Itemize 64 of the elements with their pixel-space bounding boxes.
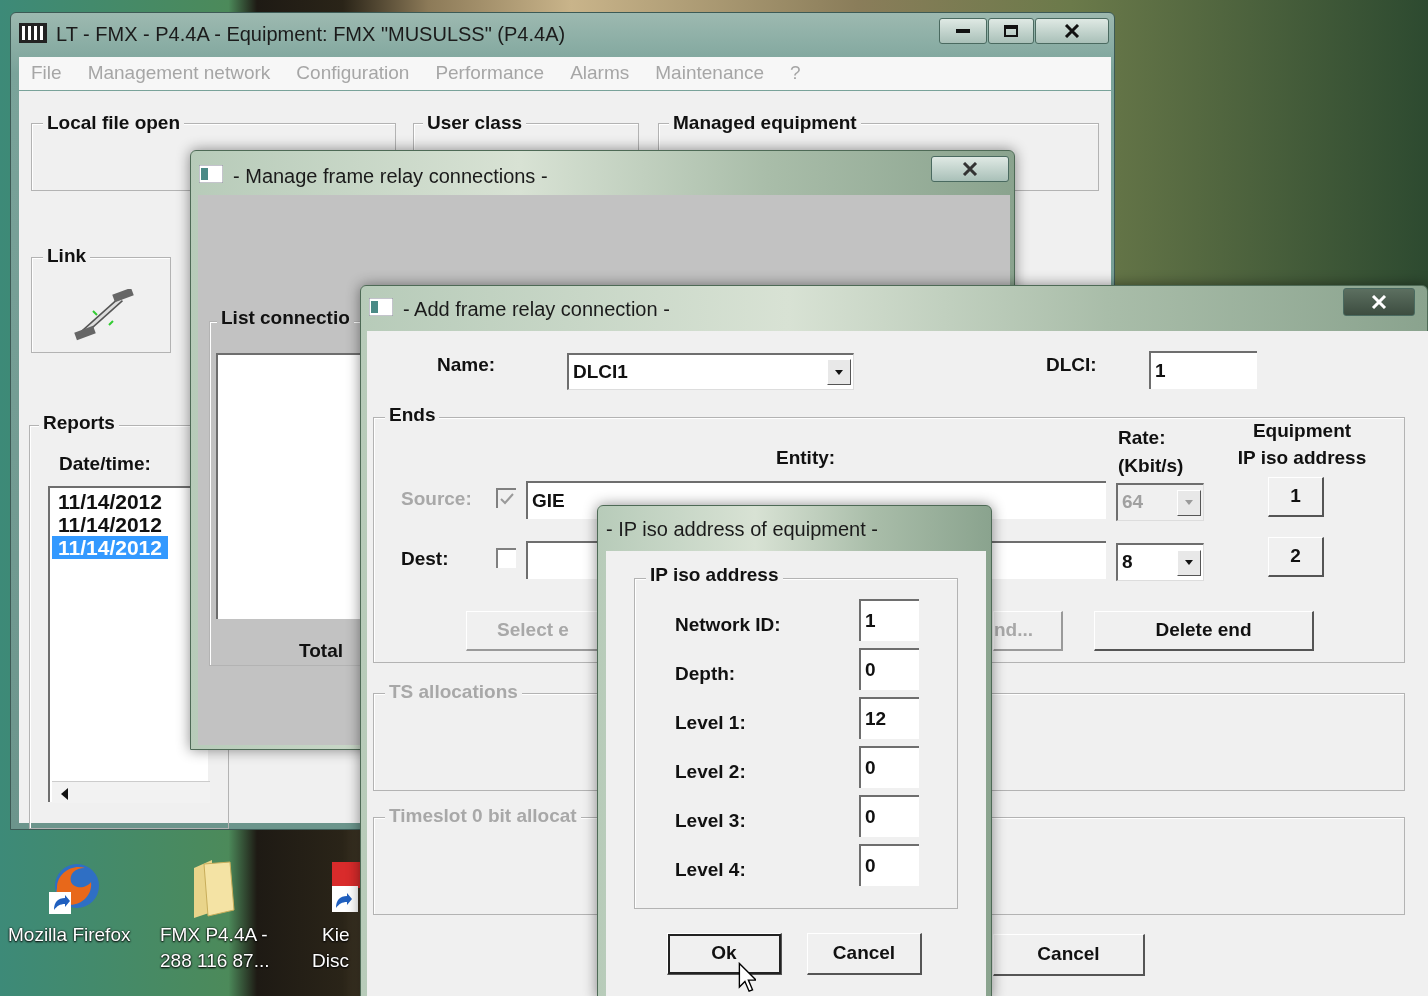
column-header: (Kbit/s) [1118,454,1184,478]
total-label: Total [299,639,343,663]
close-icon [1371,295,1387,309]
input-field[interactable]: 0 [859,844,919,886]
app-shortcut-icon [330,862,360,914]
maximize-icon [1004,25,1018,37]
close-button[interactable] [1343,288,1415,316]
caret-icon [1184,499,1194,506]
app-icon [19,23,47,43]
check-icon [500,493,514,505]
caret-icon [1184,559,1194,566]
field-label: Level 1: [675,711,746,735]
list-item[interactable]: 11/14/2012 [52,513,168,536]
dropdown-field[interactable]: 8 [1116,543,1204,581]
desktop-icon-label[interactable]: FMX P4.4A - [160,922,268,948]
field-label: Level 3: [675,809,746,833]
button[interactable]: Delete end [1094,611,1314,651]
button[interactable]: Cancel [993,934,1145,976]
field-label: Level 2: [675,760,746,784]
window-title: - Add frame relay connection - [403,297,670,322]
window-title: LT - FMX - P4.4A - Equipment: FMX "MUSULSS" (P4.4A) [56,22,566,47]
maximize-button[interactable] [988,18,1034,44]
checkbox[interactable] [496,548,516,568]
field-label: Name: [437,353,496,377]
cable-icon [73,289,135,341]
close-button[interactable] [931,156,1009,182]
desktop-icon-label[interactable]: Disc [312,948,349,974]
input-field[interactable]: 1 [859,599,919,641]
field-label: DLCI: [1046,353,1097,377]
caret-icon [834,368,844,376]
window-icon [199,165,223,183]
field-label: Source: [401,487,472,511]
close-icon [962,162,978,176]
window-title: - IP iso address of equipment - [606,517,878,542]
column-header: Rate: [1118,426,1166,450]
input-field[interactable]: 1 [1149,351,1257,389]
button[interactable]: Ok [667,933,782,975]
field-label: Depth: [675,662,736,686]
desktop-icon-label[interactable]: 288 116 87... [160,948,270,974]
column-header: Equipment [1251,419,1353,443]
scroll-left-icon [61,788,69,800]
column-label: Date/time: [59,452,151,476]
field-label: Network ID: [675,613,781,637]
dropdown-field[interactable]: DLCI1 [567,353,854,390]
input-field[interactable]: 0 [859,795,919,837]
desktop-icon-label[interactable]: Kie [322,922,350,948]
list-item[interactable]: 11/14/2012 [52,490,168,513]
minimize-icon [956,29,970,33]
window-icon [369,298,393,316]
desktop-icon-label[interactable]: Mozilla Firefox [8,922,131,948]
button[interactable]: 2 [1268,537,1324,577]
minimize-button[interactable] [939,18,987,44]
close-icon [1064,24,1080,38]
button[interactable]: Cancel [807,933,922,975]
input-field[interactable]: 12 [859,697,919,739]
input-field[interactable]: 0 [859,648,919,690]
window-title: - Manage frame relay connections - [233,164,548,189]
mouse-cursor-icon [738,962,756,994]
input-field[interactable]: 0 [859,746,919,788]
column-header: Entity: [776,446,836,470]
close-button[interactable] [1035,18,1109,44]
field-label: Level 4: [675,858,746,882]
field-label: Dest: [401,547,449,571]
column-header: IP iso address [1236,446,1368,470]
